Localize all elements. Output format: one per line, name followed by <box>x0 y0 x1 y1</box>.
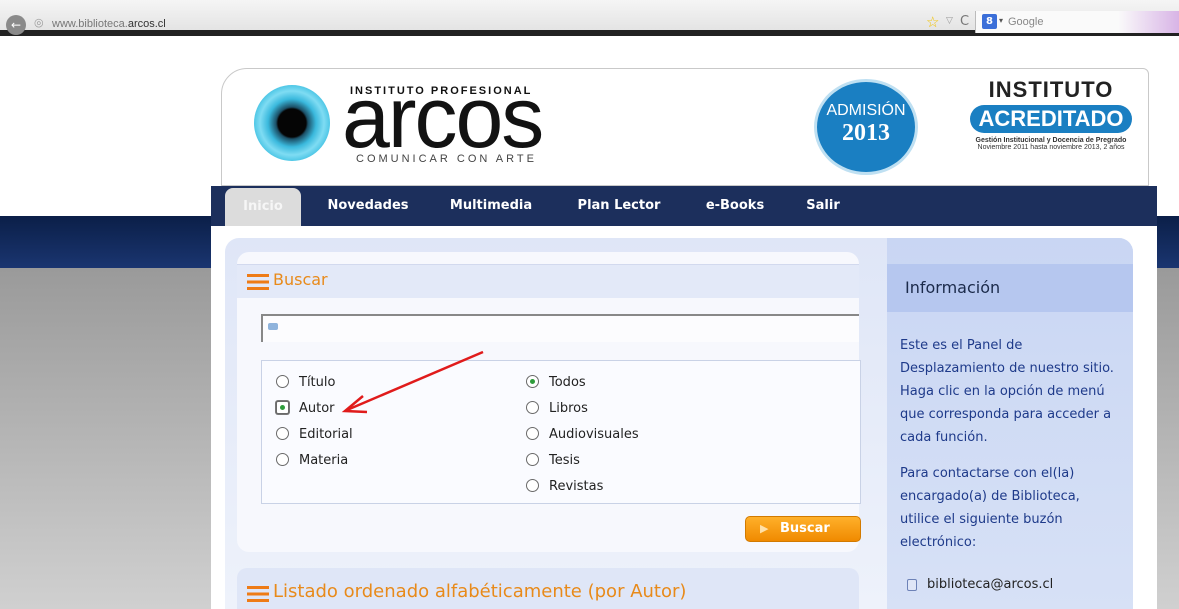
admission-year: 2013 <box>842 120 890 146</box>
browser-search-box[interactable]: 8 ▾ Google <box>975 11 1179 33</box>
radio-libros[interactable]: Libros <box>526 401 588 416</box>
info-line: Para contactarse con el(la) <box>900 466 1075 481</box>
info-line: que corresponda para acceder a <box>900 407 1112 422</box>
browser-toolbar: ← ◎ www.biblioteca.arcos.cl ☆ ▽ C 8 ▾ Go… <box>0 0 1179 36</box>
admission-title: ADMISIÓN <box>826 102 906 119</box>
search-button-label: Buscar <box>780 521 830 536</box>
menu-lines-icon <box>247 274 269 290</box>
radio-materia[interactable]: Materia <box>276 453 348 468</box>
history-arrow-icon[interactable]: ▽ <box>946 16 953 26</box>
radio-icon[interactable] <box>276 427 289 440</box>
accreditation-detail: Gestión Institucional y Docencia de Preg… <box>975 137 1127 144</box>
email-link[interactable]: biblioteca@arcos.cl <box>927 577 1053 592</box>
accreditation-label: ACREDITADO <box>970 105 1132 133</box>
logo-eye-icon <box>254 85 330 161</box>
radio-revistas[interactable]: Revistas <box>526 479 603 494</box>
info-contact: Para contactarse con el(la) encargado(a)… <box>900 462 1128 554</box>
radio-label: Revistas <box>549 479 604 494</box>
search-button[interactable]: ▶ Buscar <box>745 516 861 542</box>
radio-label: Autor <box>299 401 335 416</box>
radio-label: Materia <box>299 453 349 468</box>
info-panel: Información Este es el Panel de Desplaza… <box>887 238 1133 609</box>
nav-item-ebooks[interactable]: e-Books <box>689 186 781 226</box>
radio-icon[interactable] <box>526 479 539 492</box>
radio-icon[interactable] <box>276 401 289 414</box>
main-nav: Inicio Novedades Multimedia Plan Lector … <box>211 186 1157 226</box>
info-header: Información <box>887 264 1133 312</box>
radio-icon[interactable] <box>526 453 539 466</box>
info-title: Información <box>905 278 1001 297</box>
url-prefix: www.biblioteca. <box>52 18 128 30</box>
search-panel: Buscar Título Autor Editorial Materia To… <box>237 252 861 552</box>
nav-item-salir[interactable]: Salir <box>793 186 853 226</box>
admission-badge[interactable]: ADMISIÓN 2013 <box>814 79 918 175</box>
radio-label: Editorial <box>299 427 353 442</box>
info-line: encargado(a) de Biblioteca, <box>900 489 1080 504</box>
listing-header: Listado ordenado alfabéticamente (por Au… <box>237 568 859 609</box>
bookmark-star-icon[interactable]: ☆ <box>926 13 939 31</box>
address-bar[interactable]: www.biblioteca.arcos.cl <box>52 18 166 30</box>
radio-label: Tesis <box>549 453 580 468</box>
info-description: Este es el Panel de Desplazamiento de nu… <box>900 334 1128 449</box>
speech-bubble-icon <box>268 323 278 330</box>
accreditation-top: INSTITUTO <box>988 77 1114 102</box>
play-arrow-icon: ▶ <box>760 522 769 535</box>
accreditation-seal: INSTITUTO ACREDITADO Gestión Institucion… <box>956 77 1146 181</box>
search-header: Buscar <box>237 264 859 298</box>
info-line: electrónico: <box>900 535 977 550</box>
mail-icon <box>907 579 917 591</box>
radio-icon[interactable] <box>526 401 539 414</box>
nav-item-multimedia[interactable]: Multimedia <box>435 186 547 226</box>
search-engine-placeholder: Google <box>1008 16 1044 28</box>
radio-icon[interactable] <box>526 375 539 388</box>
radio-tesis[interactable]: Tesis <box>526 453 580 468</box>
radio-label: Título <box>299 375 336 390</box>
info-line: Haga clic en la opción de menú <box>900 384 1105 399</box>
nav-item-novedades[interactable]: Novedades <box>313 186 423 226</box>
search-title: Buscar <box>273 270 328 289</box>
annotation-arrow-icon <box>341 350 484 414</box>
info-line: utilice el siguiente buzón <box>900 512 1063 527</box>
nav-item-inicio[interactable]: Inicio <box>225 188 301 226</box>
accreditation-period: Noviembre 2011 hasta noviembre 2013, 2 a… <box>977 144 1125 151</box>
radio-editorial[interactable]: Editorial <box>276 427 353 442</box>
radio-todos[interactable]: Todos <box>526 375 586 390</box>
radio-icon[interactable] <box>276 375 289 388</box>
reload-icon[interactable]: C <box>960 14 969 29</box>
site-container: INSTITUTO PROFESIONAL arcos COMUNICAR CO… <box>211 62 1157 609</box>
search-engine-icon[interactable]: 8 <box>982 14 997 29</box>
radio-icon[interactable] <box>526 427 539 440</box>
site-header: INSTITUTO PROFESIONAL arcos COMUNICAR CO… <box>221 68 1149 186</box>
info-line: Desplazamiento de nuestro sitio. <box>900 361 1114 376</box>
search-input[interactable] <box>261 314 859 342</box>
back-icon[interactable]: ← <box>6 15 26 35</box>
radio-icon[interactable] <box>276 453 289 466</box>
radio-titulo[interactable]: Título <box>276 375 335 390</box>
chevron-down-icon[interactable]: ▾ <box>999 16 1003 25</box>
url-domain: arcos.cl <box>127 18 166 30</box>
site-identity-icon[interactable]: ◎ <box>34 16 44 29</box>
logo-wordmark: arcos <box>342 70 544 166</box>
radio-label: Audiovisuales <box>549 427 639 442</box>
radio-label: Todos <box>549 375 586 390</box>
radio-autor[interactable]: Autor <box>276 401 335 416</box>
info-line: Este es el Panel de <box>900 338 1023 353</box>
radio-label: Libros <box>549 401 588 416</box>
logo-tagline: COMUNICAR CON ARTE <box>356 153 537 165</box>
listing-title: Listado ordenado alfabéticamente (por Au… <box>273 581 687 602</box>
menu-lines-icon <box>247 586 269 602</box>
info-line: cada función. <box>900 430 988 445</box>
main-content: Buscar Título Autor Editorial Materia To… <box>225 238 1133 609</box>
nav-item-plan-lector[interactable]: Plan Lector <box>561 186 677 226</box>
radio-audiovisuales[interactable]: Audiovisuales <box>526 427 639 442</box>
